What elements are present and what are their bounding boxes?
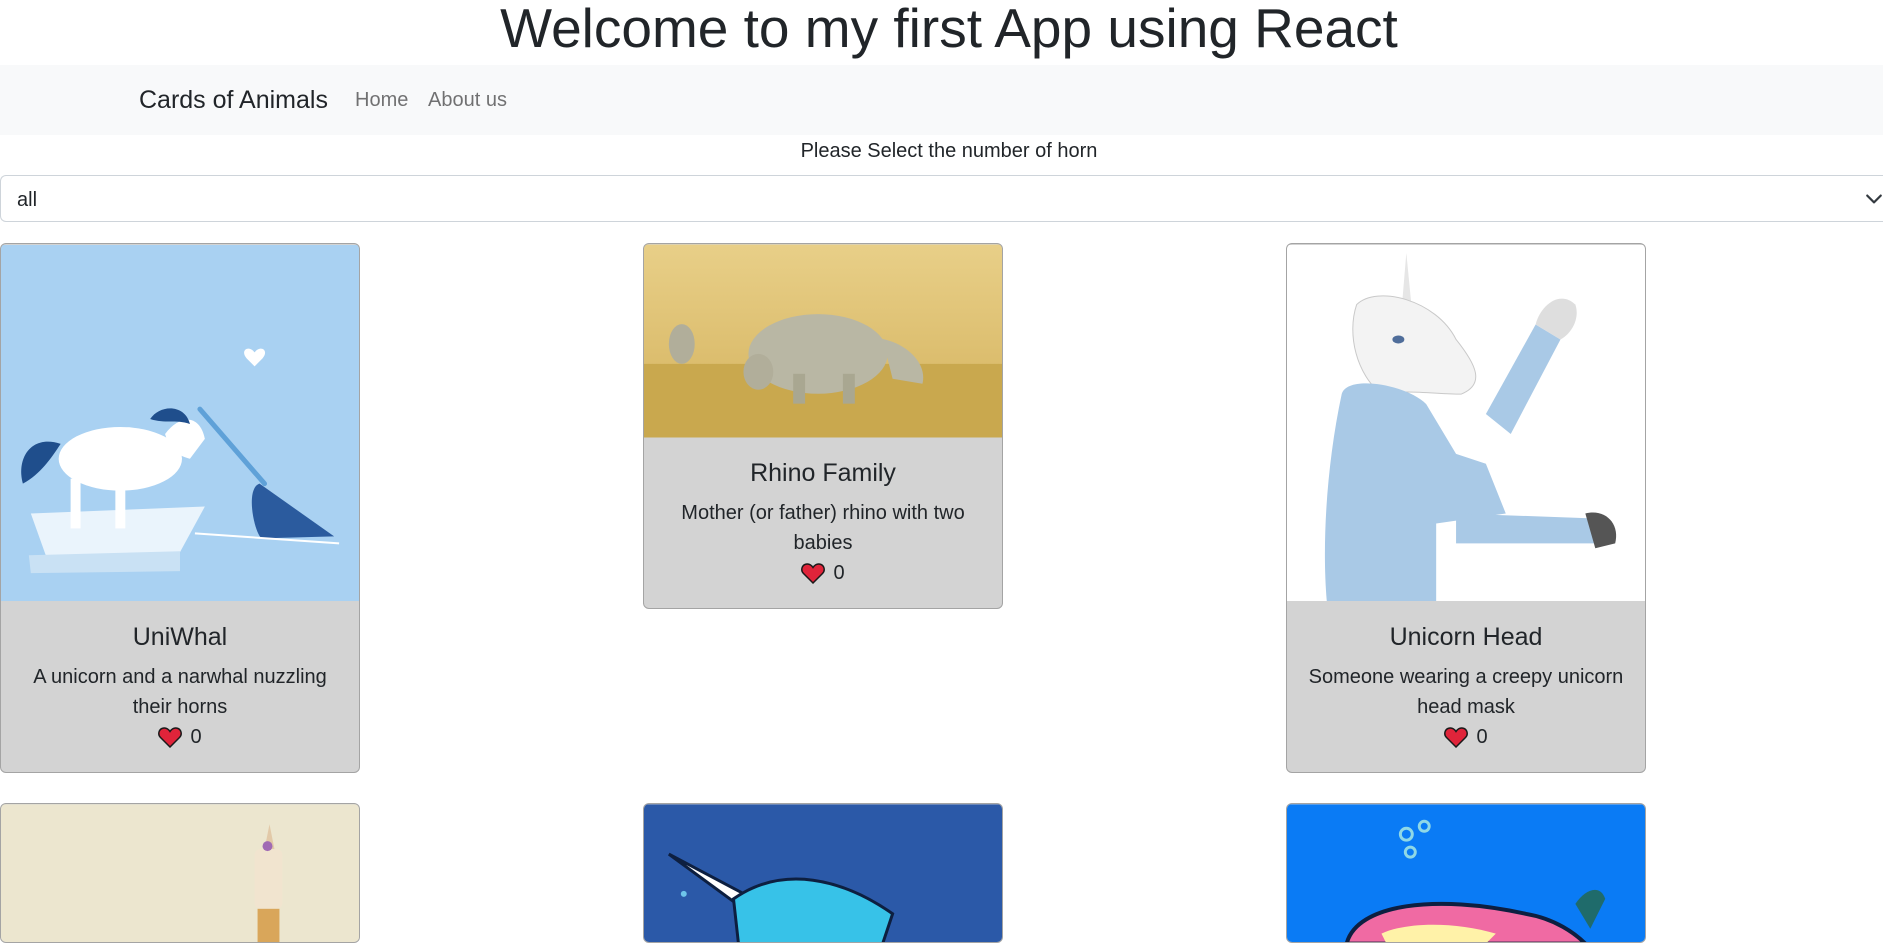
lego-unicorn-image[interactable] bbox=[1, 804, 359, 943]
card-body: UniWhal A unicorn and a narwhal nuzzling… bbox=[1, 602, 359, 772]
horn-select-value: all bbox=[17, 189, 38, 211]
card-title: Unicorn Head bbox=[1389, 623, 1543, 651]
card-description: A unicorn and a narwhal nuzzling their h… bbox=[33, 666, 327, 718]
heart-icon[interactable] bbox=[1444, 726, 1469, 748]
nav-link-about-us[interactable]: About us bbox=[428, 88, 507, 112]
likes[interactable]: 0 bbox=[1305, 722, 1627, 752]
navbar-brand[interactable]: Cards of Animals bbox=[139, 84, 328, 116]
nav-link-home[interactable]: Home bbox=[355, 88, 408, 112]
animal-card-unicorn-head: Unicorn Head Someone wearing a creepy un… bbox=[1286, 243, 1646, 773]
like-count: 0 bbox=[1476, 726, 1488, 748]
heart-icon[interactable] bbox=[158, 726, 183, 748]
like-count: 0 bbox=[190, 726, 202, 748]
animal-card-uniwhal: UniWhal A unicorn and a narwhal nuzzling… bbox=[0, 243, 360, 773]
animal-card-narwhal bbox=[643, 803, 1003, 943]
likes[interactable]: 0 bbox=[19, 722, 341, 752]
card-title: Rhino Family bbox=[750, 459, 896, 487]
animal-card-rhino-family: Rhino Family Mother (or father) rhino wi… bbox=[643, 243, 1003, 609]
card-description: Mother (or father) rhino with two babies bbox=[681, 502, 965, 554]
animal-card-fish bbox=[1286, 803, 1646, 943]
likes[interactable]: 0 bbox=[662, 558, 984, 588]
fish-image[interactable] bbox=[1287, 804, 1645, 943]
page-title: Welcome to my first App using React bbox=[500, 0, 1398, 59]
animal-card-lego-unicorn bbox=[0, 803, 360, 943]
heart-icon[interactable] bbox=[801, 562, 826, 584]
chevron-down-icon bbox=[1866, 194, 1882, 204]
horn-select[interactable]: all bbox=[0, 175, 1883, 222]
card-description: Someone wearing a creepy unicorn head ma… bbox=[1308, 666, 1624, 718]
navbar: Cards of Animals Home About us bbox=[0, 65, 1883, 135]
like-count: 0 bbox=[833, 562, 845, 584]
card-body: Rhino Family Mother (or father) rhino wi… bbox=[644, 438, 1002, 608]
narwhal-image[interactable] bbox=[644, 804, 1002, 943]
unicorn-head-image[interactable] bbox=[1287, 244, 1645, 602]
rhino-family-image[interactable] bbox=[644, 244, 1002, 438]
card-title: UniWhal bbox=[132, 623, 228, 651]
uniwhal-image[interactable] bbox=[1, 244, 359, 602]
card-body: Unicorn Head Someone wearing a creepy un… bbox=[1287, 602, 1645, 772]
horn-select-label: Please Select the number of horn bbox=[800, 140, 1098, 162]
